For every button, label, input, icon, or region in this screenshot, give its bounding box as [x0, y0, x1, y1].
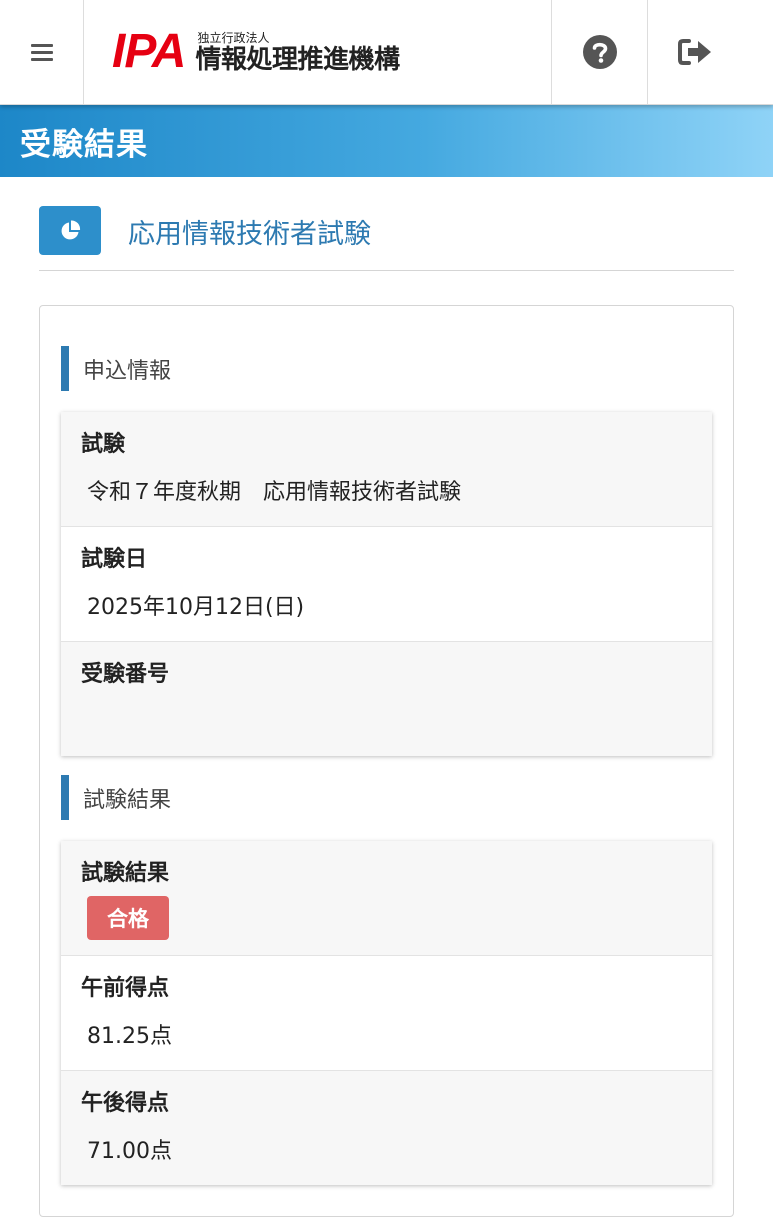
logout-button[interactable]	[648, 0, 742, 104]
exam-date-field: 試験日 2025年10月12日(日)	[61, 527, 712, 642]
exam-result-card: 試験結果 合格 午前得点 81.25点 午後得点 71.00点	[61, 841, 712, 1185]
results-panel: 申込情報 試験 令和７年度秋期 応用情報技術者試験 試験日 2025年10月12…	[39, 305, 734, 1217]
help-button[interactable]	[553, 0, 648, 104]
field-label: 受験番号	[81, 662, 170, 687]
app-header: IPA 独立行政法人 情報処理推進機構	[0, 0, 773, 105]
field-label: 午前得点	[81, 976, 170, 1001]
exam-icon-box	[39, 206, 101, 255]
field-label: 試験	[81, 432, 126, 457]
logo-link[interactable]: IPA 独立行政法人 情報処理推進機構	[84, 0, 552, 104]
field-label: 試験結果	[81, 861, 170, 886]
application-info-heading: 申込情報	[61, 346, 171, 391]
afternoon-score-field: 午後得点 71.00点	[61, 1071, 712, 1185]
sign-out-icon	[678, 39, 711, 65]
morning-score-field: 午前得点 81.25点	[61, 956, 712, 1071]
question-circle-icon	[583, 35, 617, 69]
exam-result-heading: 試験結果	[61, 775, 171, 820]
page-title: 受験結果	[20, 126, 148, 163]
logo-subtitle: 独立行政法人	[197, 30, 270, 45]
application-info-card: 試験 令和７年度秋期 応用情報技術者試験 試験日 2025年10月12日(日) …	[61, 412, 712, 756]
pie-chart-icon	[61, 219, 81, 239]
morning-score-value: 81.25点	[87, 1024, 172, 1049]
result-status-field: 試験結果 合格	[61, 841, 712, 956]
logo-title: 情報処理推進機構	[195, 44, 400, 75]
logo-mark: IPA	[112, 25, 186, 78]
examinee-number-field: 受験番号	[61, 642, 712, 756]
exam-field: 試験 令和７年度秋期 応用情報技術者試験	[61, 412, 712, 527]
menu-icon	[30, 43, 53, 61]
ipa-logo: IPA 独立行政法人 情報処理推進機構	[112, 25, 400, 78]
exam-value: 令和７年度秋期 応用情報技術者試験	[87, 480, 462, 505]
exam-name: 応用情報技術者試験	[128, 219, 371, 250]
pass-badge: 合格	[87, 896, 169, 940]
exam-date-value: 2025年10月12日(日)	[87, 595, 305, 620]
exam-title-row: 応用情報技術者試験	[39, 206, 734, 271]
field-label: 午後得点	[81, 1091, 170, 1116]
afternoon-score-value: 71.00点	[87, 1139, 172, 1164]
page-banner: 受験結果	[0, 105, 773, 177]
menu-button[interactable]	[0, 0, 84, 104]
field-label: 試験日	[81, 547, 148, 572]
